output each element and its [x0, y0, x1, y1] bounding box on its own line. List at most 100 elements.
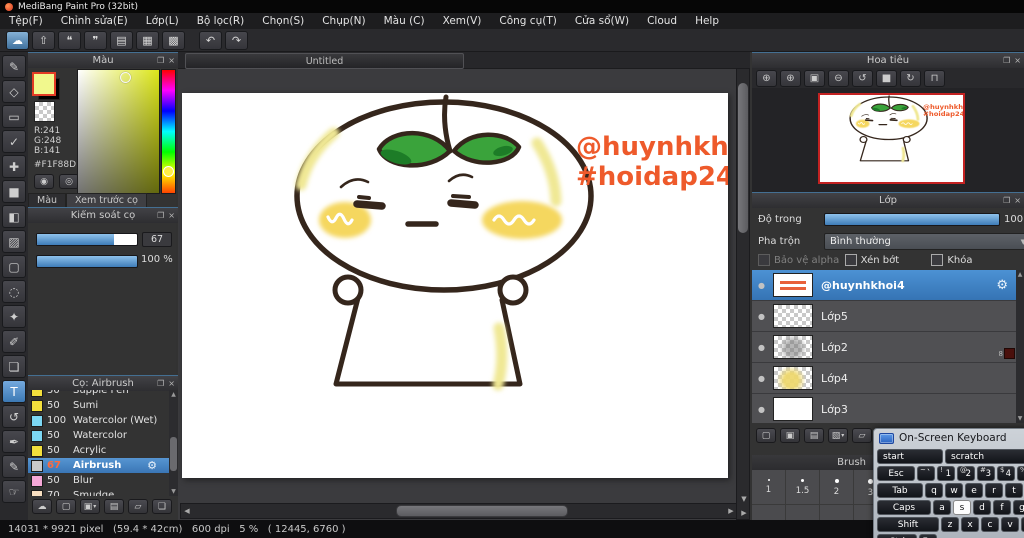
- osk-key[interactable]: z: [941, 517, 959, 532]
- brush-size-cell[interactable]: 1.5: [786, 470, 820, 504]
- select-marquee-tool[interactable]: ▢: [2, 255, 26, 278]
- menu-item[interactable]: Cloud: [638, 15, 686, 27]
- eraser-tool[interactable]: ◇: [2, 80, 26, 103]
- scroll-down-icon[interactable]: ▶: [738, 507, 750, 519]
- bucket-tool[interactable]: ◧: [2, 205, 26, 228]
- canvas-vscrollbar[interactable]: ▼ ▶: [736, 68, 750, 520]
- brush-opacity-slider[interactable]: [36, 255, 138, 268]
- new-brush-menu-icon[interactable]: ▣ ▾: [80, 499, 100, 514]
- reset-rotation-icon[interactable]: ■: [876, 70, 897, 87]
- pen-select-tool[interactable]: ✐: [2, 330, 26, 353]
- menu-item[interactable]: Chụp(N): [313, 15, 374, 27]
- scroll-down-icon[interactable]: ▼: [171, 487, 176, 496]
- layer-row[interactable]: ● Lớp5: [752, 301, 1016, 331]
- checkbox-icon[interactable]: [931, 254, 944, 266]
- redo-button[interactable]: ↷: [225, 30, 248, 50]
- text-tool[interactable]: T: [2, 380, 26, 403]
- layer-visibility-dot[interactable]: ●: [758, 343, 765, 352]
- osk-key[interactable]: t: [1005, 483, 1023, 498]
- comment-list-button[interactable]: ❞: [84, 30, 107, 50]
- move-tool[interactable]: ✚: [2, 155, 26, 178]
- artboard[interactable]: [182, 93, 728, 478]
- undo-button[interactable]: ↶: [199, 30, 222, 50]
- osk-key[interactable]: ~ `: [917, 466, 935, 481]
- osk-key[interactable]: ! 1: [937, 466, 955, 481]
- palette-icon[interactable]: ◉: [34, 174, 54, 189]
- material-list-button[interactable]: ▦: [136, 30, 159, 50]
- saturation-marker[interactable]: [120, 72, 132, 83]
- export-button[interactable]: ⇧: [32, 30, 55, 50]
- zoom-in-icon[interactable]: ⊕: [780, 70, 801, 87]
- scroll-up-icon[interactable]: ▲: [171, 390, 176, 399]
- osk-key[interactable]: e: [965, 483, 983, 498]
- scroll-up-icon[interactable]: ▼: [738, 493, 750, 505]
- layer-row[interactable]: ● Lớp4: [752, 363, 1016, 393]
- layer-opacity-slider[interactable]: [824, 213, 1000, 226]
- layer-row[interactable]: ● @huynhkhoi4 ⚙: [752, 270, 1016, 300]
- checkbox-icon[interactable]: [844, 254, 857, 266]
- osk-key-shift[interactable]: Shift: [877, 517, 939, 532]
- palette-set-icon[interactable]: ◎: [59, 174, 79, 189]
- layer-folder-icon[interactable]: ▱: [852, 428, 872, 443]
- osk-key[interactable]: s: [953, 500, 971, 515]
- transparent-color-swatch[interactable]: [34, 101, 55, 122]
- magic-wand-tool[interactable]: ✦: [2, 305, 26, 328]
- osk-key-tab[interactable]: Tab: [877, 483, 923, 498]
- zoom-out-icon[interactable]: ⊖: [828, 70, 849, 87]
- rotate-left-icon[interactable]: ↺: [852, 70, 873, 87]
- layer-option[interactable]: Bảo vệ alpha: [758, 254, 845, 266]
- osk-key[interactable]: w: [945, 483, 963, 498]
- layer-row[interactable]: ● Lớp2 8: [752, 332, 1016, 362]
- detach-icon[interactable]: ❐: [157, 56, 164, 65]
- cloud-brush-icon[interactable]: ☁: [32, 499, 52, 514]
- menu-item[interactable]: Help: [686, 15, 728, 27]
- brush-item[interactable]: 50 Acrylic: [28, 443, 169, 458]
- osk-key[interactable]: d: [973, 500, 991, 515]
- scrollbar-thumb[interactable]: [170, 437, 177, 471]
- add-layer-menu-icon[interactable]: ▧ ▾: [828, 428, 848, 443]
- menu-item[interactable]: Lớp(L): [137, 15, 188, 27]
- brush-size-slider[interactable]: [36, 233, 138, 246]
- foreground-color-swatch[interactable]: [32, 72, 56, 96]
- comment-button[interactable]: ❝: [58, 30, 81, 50]
- close-icon[interactable]: ×: [168, 379, 175, 388]
- close-icon[interactable]: ×: [168, 56, 175, 65]
- color-panel-tab[interactable]: Màu: [28, 193, 67, 207]
- zoom-reset-icon[interactable]: ⊕: [756, 70, 777, 87]
- close-icon[interactable]: ×: [1014, 56, 1021, 65]
- menu-item[interactable]: Công cụ(T): [490, 15, 565, 27]
- osk-key[interactable]: @2: [957, 466, 975, 481]
- fit-window-icon[interactable]: ▣: [804, 70, 825, 87]
- brush-item[interactable]: 50 Supple Pen: [28, 390, 169, 398]
- layer-visibility-dot[interactable]: ●: [758, 374, 765, 383]
- close-icon[interactable]: ×: [1014, 196, 1021, 205]
- osk-key[interactable]: q: [925, 483, 943, 498]
- pen-tool[interactable]: ✎: [2, 455, 26, 478]
- lasso-tool[interactable]: ◌: [2, 280, 26, 303]
- menu-item[interactable]: Màu (C): [375, 15, 434, 27]
- layer-settings-icon[interactable]: ⚙: [996, 278, 1008, 293]
- osk-key[interactable]: g: [1013, 500, 1024, 515]
- brush-size-cell[interactable]: 2: [820, 470, 854, 504]
- layer-visibility-dot[interactable]: ●: [758, 281, 765, 290]
- navigator-view[interactable]: [752, 88, 1024, 192]
- saturation-value-picker[interactable]: [77, 69, 160, 194]
- cloud-sync-button[interactable]: ☁: [6, 30, 29, 50]
- osk-key[interactable]: v: [1001, 517, 1019, 532]
- hue-marker[interactable]: [163, 165, 174, 177]
- detach-icon[interactable]: ❐: [157, 211, 164, 220]
- select-rect-tool[interactable]: ▭: [2, 105, 26, 128]
- new-layer-icon[interactable]: ▢: [756, 428, 776, 443]
- new-1bit-layer-icon[interactable]: ▤: [804, 428, 824, 443]
- scroll-left-icon[interactable]: ◀: [181, 505, 193, 517]
- brush-list-scrollbar[interactable]: ▲ ▼: [169, 390, 178, 496]
- duplicate-brush-icon[interactable]: ❏: [152, 499, 172, 514]
- layer-row[interactable]: ● Lớp3: [752, 394, 1016, 423]
- on-screen-keyboard[interactable]: On-Screen Keyboard start scratch Esc ~ `! 1 @2…: [873, 428, 1024, 538]
- brush-item[interactable]: 100 Watercolor (Wet): [28, 413, 169, 428]
- osk-key-caps[interactable]: Caps: [877, 500, 931, 515]
- layer-visibility-dot[interactable]: ●: [758, 312, 765, 321]
- detach-icon[interactable]: ❐: [1003, 196, 1010, 205]
- hue-bar[interactable]: [161, 69, 176, 194]
- layers-scrollbar[interactable]: ▲ ▼: [1016, 270, 1024, 423]
